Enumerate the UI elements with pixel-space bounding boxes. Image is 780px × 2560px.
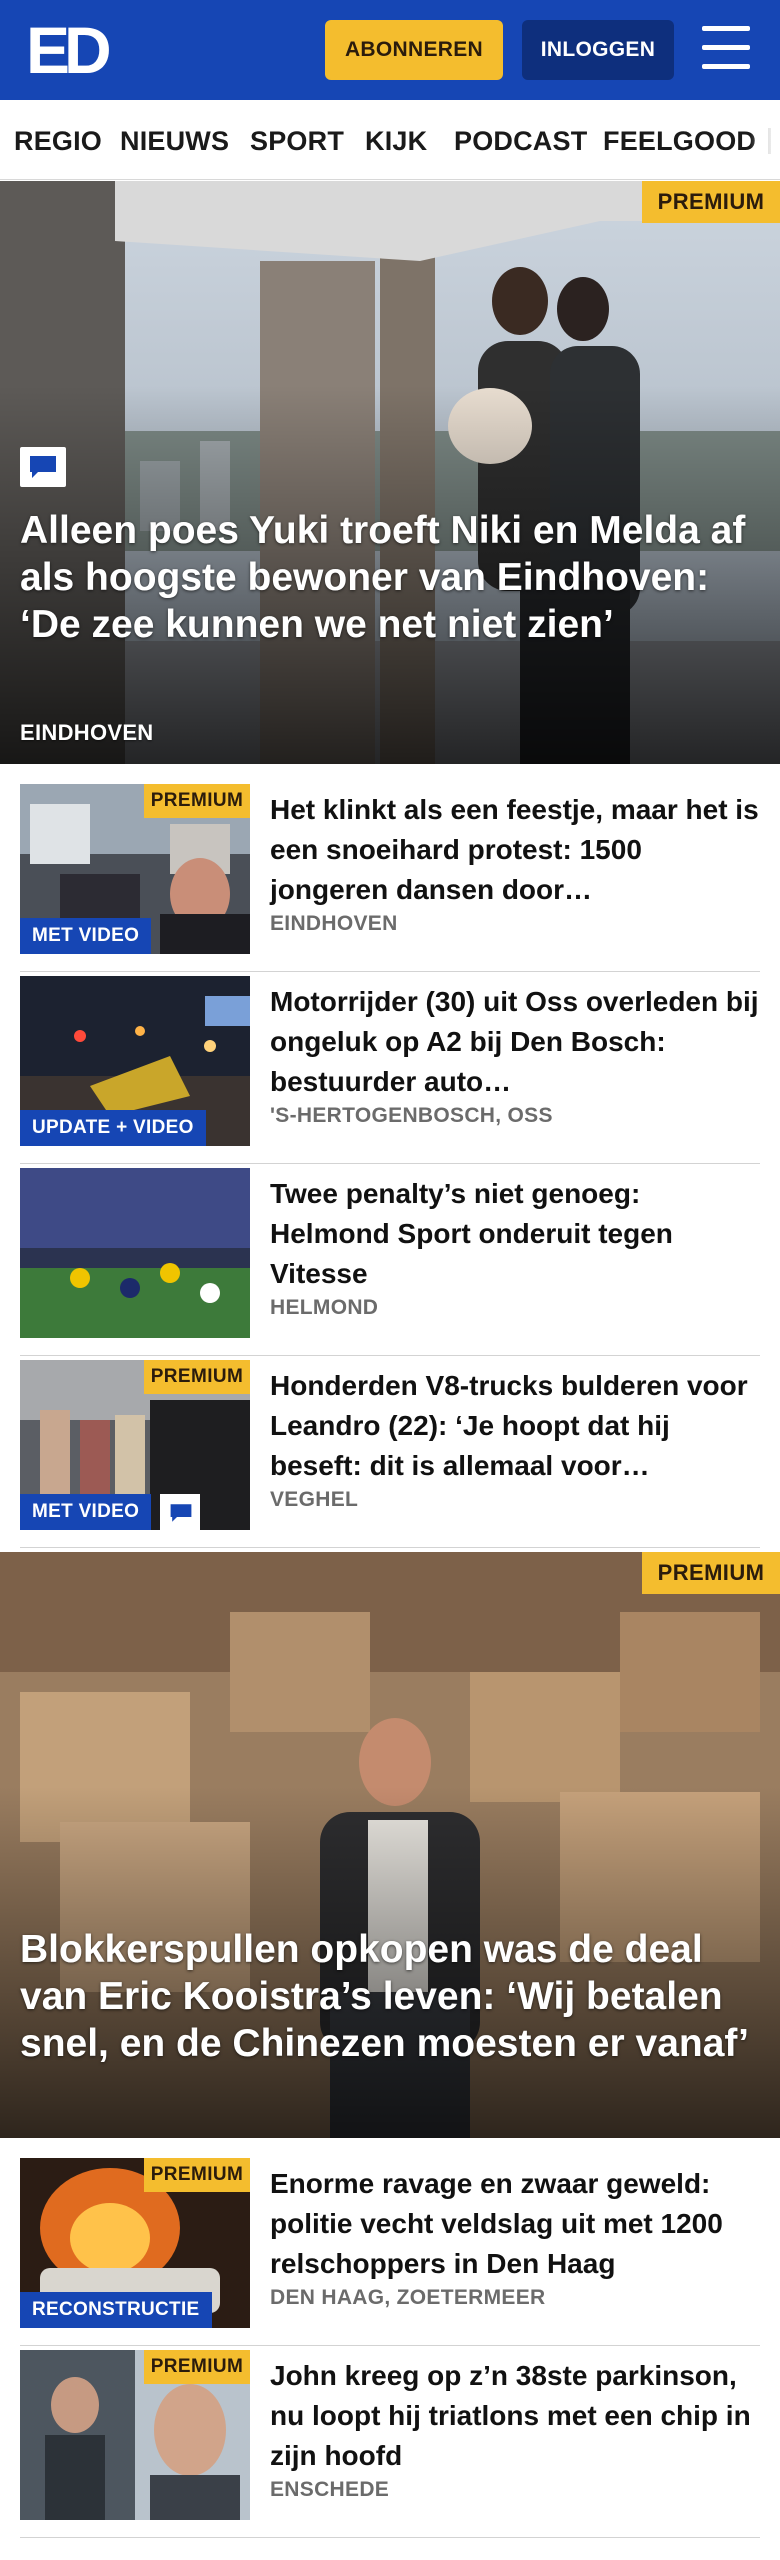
nav-item-regio[interactable]: REGIO: [14, 126, 102, 157]
article-headline[interactable]: Enorme ravage en zwaar geweld: politie v…: [270, 2164, 760, 2284]
article-thumbnail[interactable]: PREMIUM: [20, 2350, 250, 2520]
article-headline[interactable]: Twee penalty’s niet genoeg: Helmond Spor…: [270, 1174, 760, 1294]
section-nav: REGIO NIEUWS SPORT KIJK PODCAST FEELGOOD: [0, 100, 780, 180]
hero-article-blokker[interactable]: PREMIUM Blokkerspullen opkopen was de de…: [0, 1552, 780, 2138]
premium-badge: PREMIUM: [642, 1552, 780, 1594]
ed-logo[interactable]: ED: [24, 18, 116, 80]
nav-item-kijk[interactable]: KIJK: [365, 126, 427, 157]
hero-headline[interactable]: Blokkerspullen opkopen was de deal van E…: [20, 1926, 760, 2067]
article-headline[interactable]: Honderden V8-trucks bulderen voor Leandr…: [270, 1366, 760, 1486]
article-headline[interactable]: John kreeg op z’n 38ste parkinson, nu lo…: [270, 2356, 760, 2476]
premium-badge: PREMIUM: [144, 2158, 250, 2192]
comment-icon[interactable]: [20, 447, 66, 487]
nav-item-feelgood[interactable]: FEELGOOD: [603, 126, 756, 157]
article-location: 'S-HERTOGENBOSCH, OSS: [270, 1104, 553, 1127]
article-row[interactable]: PREMIUM MET VIDEO Het klinkt als een fee…: [20, 784, 760, 972]
article-headline[interactable]: Het klinkt als een feestje, maar het is …: [270, 790, 760, 910]
media-label: MET VIDEO: [20, 918, 152, 954]
article-row[interactable]: PREMIUM MET VIDEO Honderden V8-trucks bu…: [20, 1360, 760, 1548]
premium-badge: PREMIUM: [144, 2350, 250, 2384]
hamburger-menu-icon[interactable]: [698, 24, 754, 74]
subscribe-button[interactable]: ABONNEREN: [325, 20, 503, 80]
article-thumbnail[interactable]: PREMIUM MET VIDEO: [20, 1360, 250, 1530]
nav-item-sport[interactable]: SPORT: [250, 126, 344, 157]
article-location: VEGHEL: [270, 1488, 359, 1511]
article-thumbnail[interactable]: PREMIUM MET VIDEO: [20, 784, 250, 954]
hero-headline[interactable]: Alleen poes Yuki troeft Niki en Melda af…: [20, 507, 760, 648]
article-headline[interactable]: Motorrijder (30) uit Oss overleden bij o…: [270, 982, 760, 1102]
media-label: RECONSTRUCTIE: [20, 2292, 212, 2328]
premium-badge: PREMIUM: [144, 784, 250, 818]
media-label: MET VIDEO: [20, 1494, 152, 1530]
article-thumbnail[interactable]: PREMIUM RECONSTRUCTIE: [20, 2158, 250, 2328]
nav-item-nieuws[interactable]: NIEUWS: [120, 126, 229, 157]
nav-fade: [750, 100, 780, 179]
article-row[interactable]: UPDATE + VIDEO Motorrijder (30) uit Oss …: [20, 976, 760, 1164]
login-button[interactable]: INLOGGEN: [522, 20, 674, 80]
article-location: HELMOND: [270, 1296, 379, 1319]
article-location: ENSCHEDE: [270, 2478, 390, 2501]
hero-article-yuki[interactable]: PREMIUM Alleen poes Yuki troeft Niki en …: [0, 181, 780, 764]
hero-category: EINDHOVEN: [20, 720, 154, 745]
svg-text:ED: ED: [26, 18, 109, 80]
article-row[interactable]: PREMIUM RECONSTRUCTIE Enorme ravage en z…: [20, 2158, 760, 2346]
comment-icon[interactable]: [160, 1494, 200, 1530]
premium-badge: PREMIUM: [144, 1360, 250, 1394]
article-row[interactable]: Twee penalty’s niet genoeg: Helmond Spor…: [20, 1168, 760, 1356]
hero-image-highrise: [0, 181, 780, 764]
article-thumbnail[interactable]: UPDATE + VIDEO: [20, 976, 250, 1146]
nav-item-podcast[interactable]: PODCAST: [454, 126, 587, 157]
article-location: EINDHOVEN: [270, 912, 398, 935]
media-label: UPDATE + VIDEO: [20, 1110, 206, 1146]
premium-badge: PREMIUM: [642, 181, 780, 223]
article-thumbnail[interactable]: [20, 1168, 250, 1338]
top-header-bar: ED ABONNEREN INLOGGEN: [0, 0, 780, 100]
article-row[interactable]: PREMIUM John kreeg op z’n 38ste parkinso…: [20, 2350, 760, 2538]
article-location: DEN HAAG, ZOETERMEER: [270, 2286, 546, 2309]
